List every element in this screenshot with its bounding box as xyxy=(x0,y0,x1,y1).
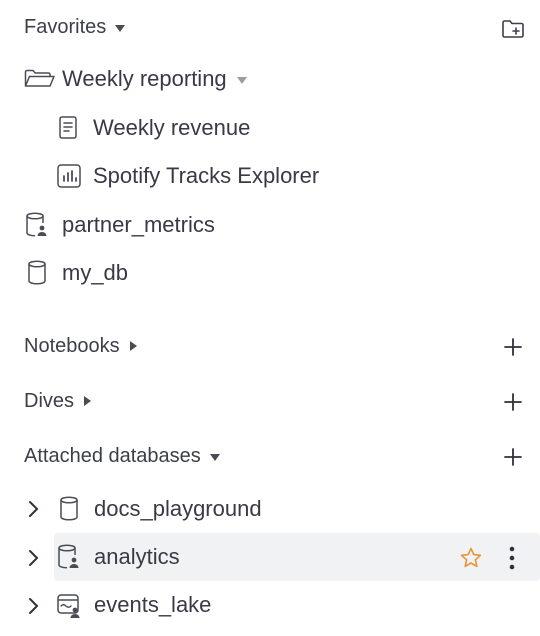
database-label: events_lake xyxy=(94,592,212,617)
favorite-item-spotify-tracks-explorer[interactable]: Spotify Tracks Explorer xyxy=(56,159,319,193)
caret-down-icon xyxy=(209,453,220,461)
database-label: partner_metrics xyxy=(62,212,215,237)
favorite-database-my-db[interactable]: my_db xyxy=(24,256,128,290)
dives-title: Dives xyxy=(24,389,75,412)
attached-database-events-lake[interactable]: events_lake xyxy=(56,588,211,622)
dives-header[interactable]: Dives xyxy=(24,388,92,414)
add-notebook-plus-icon[interactable] xyxy=(501,335,525,359)
add-dive-plus-icon[interactable] xyxy=(501,390,525,414)
shared-lake-icon xyxy=(57,594,80,618)
more-options-icon[interactable] xyxy=(502,545,522,571)
database-icon xyxy=(28,260,46,285)
folder-label: Weekly reporting xyxy=(62,66,227,91)
favorite-item-weekly-revenue[interactable]: Weekly revenue xyxy=(56,111,250,145)
database-label: analytics xyxy=(94,544,180,569)
folder-open-icon xyxy=(24,69,55,87)
caret-right-icon xyxy=(84,396,92,406)
caret-down-icon xyxy=(115,24,126,32)
document-icon xyxy=(59,116,77,139)
shared-database-icon xyxy=(58,544,79,569)
favorites-folder-weekly-reporting[interactable]: Weekly reporting xyxy=(24,62,247,96)
chart-icon xyxy=(57,164,81,188)
favorite-database-partner-metrics[interactable]: partner_metrics xyxy=(24,208,215,242)
chevron-right-icon[interactable] xyxy=(25,547,43,569)
attached-database-docs-playground[interactable]: docs_playground xyxy=(56,492,262,526)
favorites-header[interactable]: Favorites xyxy=(24,14,126,40)
star-icon[interactable] xyxy=(459,546,483,570)
chevron-right-icon[interactable] xyxy=(25,595,43,617)
caret-right-icon xyxy=(129,341,137,351)
chevron-right-icon[interactable] xyxy=(25,498,43,520)
favorites-title: Favorites xyxy=(24,15,107,38)
caret-down-icon[interactable] xyxy=(236,76,247,84)
shared-database-icon xyxy=(26,212,47,237)
database-icon xyxy=(60,496,78,521)
database-label: my_db xyxy=(62,260,129,285)
attached-database-analytics[interactable]: analytics xyxy=(56,540,180,574)
attached-databases-title: Attached databases xyxy=(24,444,201,467)
folder-plus-icon[interactable] xyxy=(501,18,525,40)
item-label: Spotify Tracks Explorer xyxy=(93,163,320,188)
notebooks-title: Notebooks xyxy=(24,334,120,357)
notebooks-header[interactable]: Notebooks xyxy=(24,333,137,359)
attach-database-plus-icon[interactable] xyxy=(501,445,525,469)
attached-databases-header[interactable]: Attached databases xyxy=(24,443,220,469)
database-label: docs_playground xyxy=(94,496,262,521)
item-label: Weekly revenue xyxy=(93,115,251,140)
